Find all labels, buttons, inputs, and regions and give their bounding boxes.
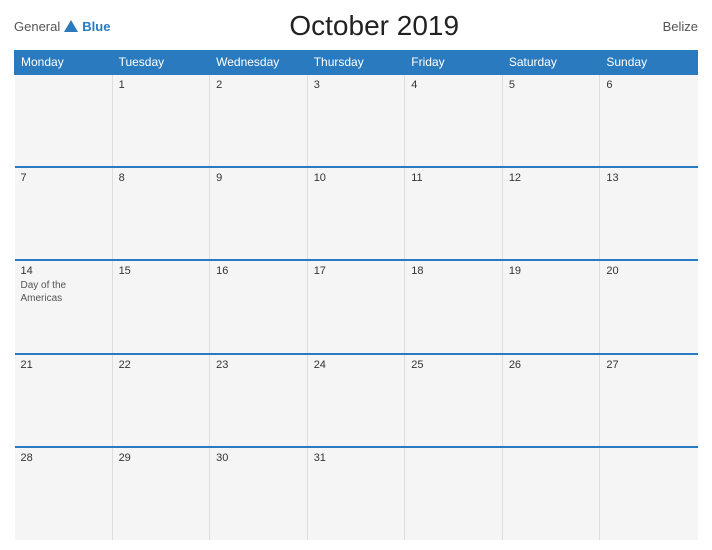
logo-triangle-icon	[64, 20, 78, 32]
day-number: 29	[119, 452, 204, 464]
weekday-header-monday: Monday	[15, 51, 113, 75]
event-label: Day of the Americas	[21, 279, 106, 305]
day-number: 23	[216, 359, 301, 371]
calendar-page: General Blue October 2019 Belize MondayT…	[0, 0, 712, 550]
calendar-cell: 23	[210, 354, 308, 447]
calendar-cell: 31	[307, 447, 405, 540]
calendar-cell: 25	[405, 354, 503, 447]
weekday-header-saturday: Saturday	[502, 51, 600, 75]
calendar-cell: 17	[307, 260, 405, 353]
day-number: 6	[606, 79, 691, 91]
day-number: 20	[606, 265, 691, 277]
calendar-week-row: 12 34 56	[15, 74, 698, 167]
day-number: 2	[216, 79, 301, 91]
weekday-header-wednesday: Wednesday	[210, 51, 308, 75]
weekday-header-thursday: Thursday	[307, 51, 405, 75]
calendar-week-row: 21 22 23 24 25 26 27	[15, 354, 698, 447]
calendar-cell: 26	[502, 354, 600, 447]
day-number: 10	[314, 172, 399, 184]
calendar-cell: 1	[112, 74, 210, 167]
day-number: 5	[509, 79, 594, 91]
calendar-cell: 6	[600, 74, 698, 167]
day-number: 30	[216, 452, 301, 464]
day-number: 1	[119, 79, 204, 91]
calendar-cell: 20	[600, 260, 698, 353]
calendar-cell: 5	[502, 74, 600, 167]
calendar-week-row: 14 Day of the Americas 15 16 17 18 19 20	[15, 260, 698, 353]
day-number: 26	[509, 359, 594, 371]
day-number: 25	[411, 359, 496, 371]
day-number: 24	[314, 359, 399, 371]
calendar-cell	[600, 447, 698, 540]
calendar-cell	[405, 447, 503, 540]
day-number: 22	[119, 359, 204, 371]
calendar-cell: 30	[210, 447, 308, 540]
calendar-week-row: 7 89 10 11 12 13	[15, 167, 698, 260]
weekday-header-tuesday: Tuesday	[112, 51, 210, 75]
calendar-title: October 2019	[110, 10, 638, 42]
calendar-cell: 3	[307, 74, 405, 167]
day-number: 28	[21, 452, 106, 464]
day-number: 17	[314, 265, 399, 277]
day-number: 31	[314, 452, 399, 464]
calendar-cell: 4	[405, 74, 503, 167]
calendar-week-row: 28 29 30 31	[15, 447, 698, 540]
day-number: 12	[509, 172, 594, 184]
weekday-header-friday: Friday	[405, 51, 503, 75]
day-number: 9	[216, 172, 301, 184]
day-number: 14	[21, 265, 106, 277]
logo-blue-text: Blue	[82, 19, 110, 34]
header: General Blue October 2019 Belize	[14, 10, 698, 42]
day-number: 8	[119, 172, 204, 184]
day-number: 13	[606, 172, 691, 184]
calendar-cell: 2	[210, 74, 308, 167]
calendar-cell: 13	[600, 167, 698, 260]
calendar-cell: 14 Day of the Americas	[15, 260, 113, 353]
weekday-header-sunday: Sunday	[600, 51, 698, 75]
calendar-cell: 9	[210, 167, 308, 260]
logo: General Blue	[14, 17, 110, 35]
calendar-cell: 18	[405, 260, 503, 353]
day-number: 21	[21, 359, 106, 371]
day-number: 16	[216, 265, 301, 277]
calendar-cell	[502, 447, 600, 540]
calendar-cell: 16	[210, 260, 308, 353]
calendar-cell: 15	[112, 260, 210, 353]
calendar-cell: 12	[502, 167, 600, 260]
day-number: 3	[314, 79, 399, 91]
day-number: 19	[509, 265, 594, 277]
country-label: Belize	[638, 19, 698, 34]
calendar-cell: 24	[307, 354, 405, 447]
logo-general-text: General	[14, 19, 60, 34]
calendar-cell: 29	[112, 447, 210, 540]
weekday-header-row: MondayTuesdayWednesdayThursdayFridaySatu…	[15, 51, 698, 75]
calendar-cell: 28	[15, 447, 113, 540]
day-number: 11	[411, 172, 496, 184]
calendar-cell: 8	[112, 167, 210, 260]
calendar-cell: 11	[405, 167, 503, 260]
day-number: 18	[411, 265, 496, 277]
calendar-cell: 7	[15, 167, 113, 260]
calendar-cell: 19	[502, 260, 600, 353]
calendar-cell: 10	[307, 167, 405, 260]
calendar-cell: 21	[15, 354, 113, 447]
day-number: 7	[21, 172, 106, 184]
calendar-cell	[15, 74, 113, 167]
day-number: 4	[411, 79, 496, 91]
day-number: 15	[119, 265, 204, 277]
calendar-cell: 27	[600, 354, 698, 447]
day-number: 27	[606, 359, 691, 371]
calendar-table: MondayTuesdayWednesdayThursdayFridaySatu…	[14, 50, 698, 540]
calendar-cell: 22	[112, 354, 210, 447]
